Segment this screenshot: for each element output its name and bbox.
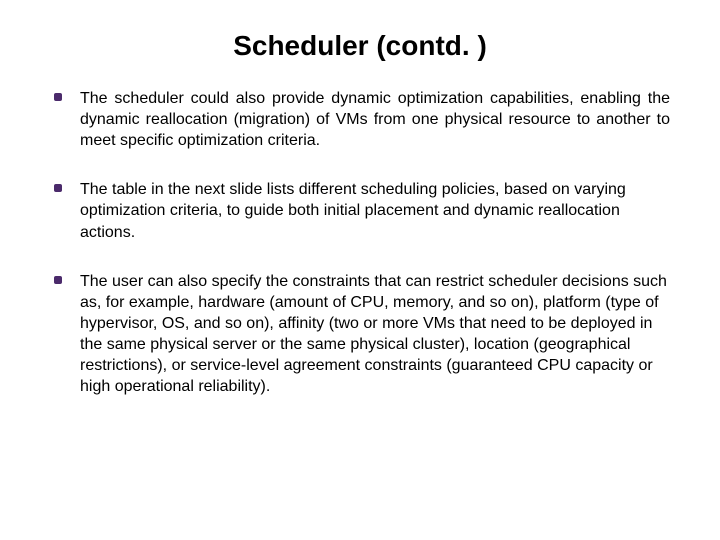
bullet-item: The table in the next slide lists differ… xyxy=(50,179,670,242)
slide: Scheduler (contd. ) The scheduler could … xyxy=(0,0,720,540)
bullet-list: The scheduler could also provide dynamic… xyxy=(50,88,670,397)
bullet-item: The user can also specify the constraint… xyxy=(50,271,670,398)
bullet-item: The scheduler could also provide dynamic… xyxy=(50,88,670,151)
slide-title: Scheduler (contd. ) xyxy=(50,30,670,62)
